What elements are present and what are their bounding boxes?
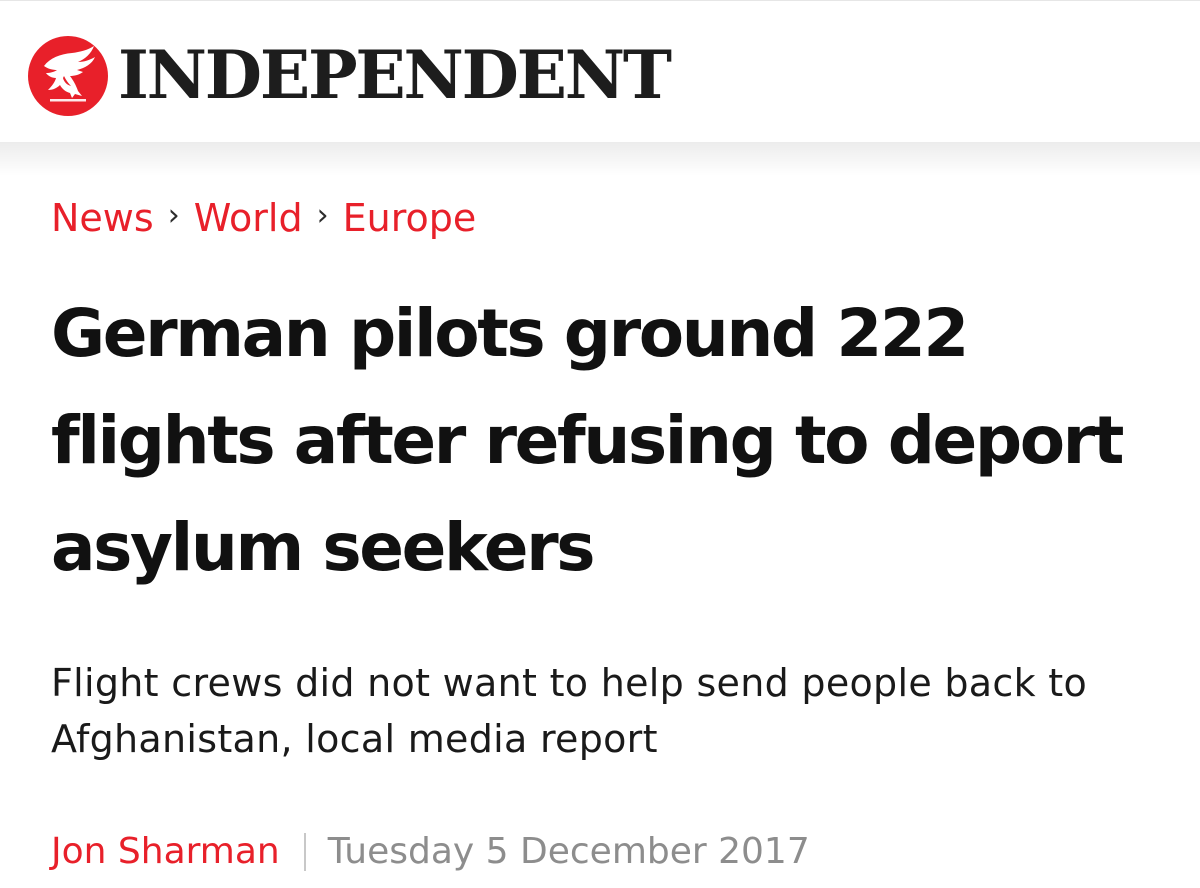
breadcrumb-separator: › [316,198,329,233]
site-wordmark[interactable]: INDEPENDENT [118,42,672,108]
eagle-logo-icon[interactable] [28,35,108,116]
byline-divider [303,833,306,871]
publish-date: Tuesday 5 December 2017 [327,831,810,872]
breadcrumb-world[interactable]: World [194,199,303,237]
article-header: News › World › Europe German pilots grou… [51,190,1171,879]
breadcrumb-news[interactable]: News [51,199,154,237]
author-link[interactable]: Jon Sharman [51,834,280,870]
article-standfirst: Flight crews did not want to help send p… [51,661,1088,761]
article-page: INDEPENDENT News › World › Europe German… [0,0,1200,888]
masthead: INDEPENDENT [0,0,1200,142]
byline: Jon Sharman Tuesday 5 December 2017 [51,825,1171,879]
breadcrumb-europe[interactable]: Europe [343,199,477,237]
article-headline: German pilots ground 222 flights after r… [51,295,1124,586]
breadcrumb-separator: › [167,198,180,233]
masthead-shadow [0,142,1200,176]
breadcrumb: News › World › Europe [51,190,1171,246]
